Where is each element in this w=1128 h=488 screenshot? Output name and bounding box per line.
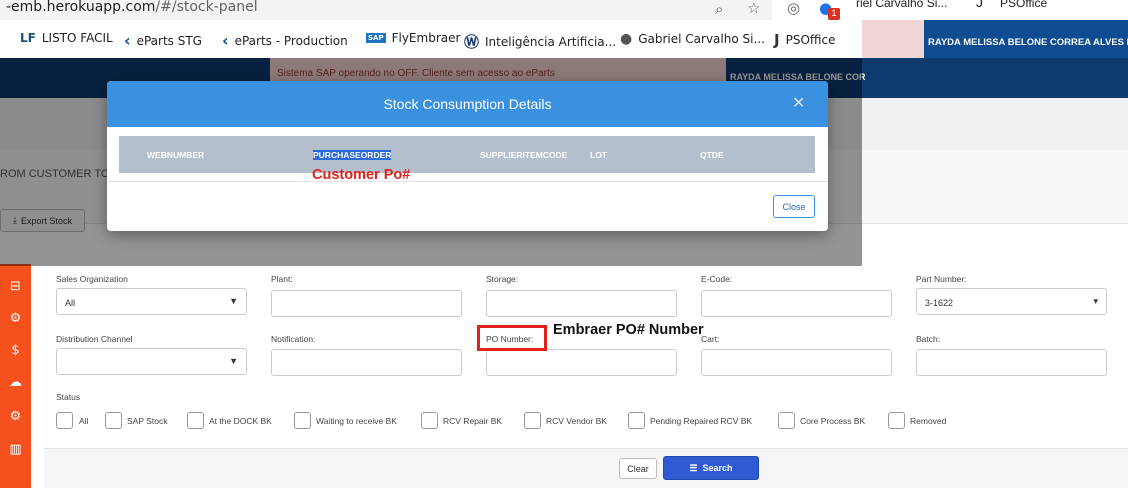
status-label-pending-repaired: Pending Repaired RCV BK <box>650 416 753 426</box>
bookmark-flyembraer[interactable]: SAP FlyEmbraer <box>366 31 460 45</box>
profile-bookmark-1[interactable]: riel Carvalho Si... <box>856 0 947 10</box>
sliders-icon: ☰ <box>689 462 698 473</box>
psoffice-icon: J <box>976 0 983 10</box>
po-number-input[interactable] <box>486 349 677 376</box>
search-button[interactable]: ☰ Search <box>663 456 759 480</box>
status-label-dock: At the DOCK BK <box>209 416 272 426</box>
status-checkbox-waiting[interactable] <box>294 412 311 429</box>
extension-badge: 1 <box>828 8 840 20</box>
sales-org-select[interactable]: All ▼ <box>56 288 247 315</box>
modal-table-header: WEBNUMBER PURCHASEORDER SUPPLIERITEMCODE… <box>119 136 815 173</box>
bookmark-gabriel-carvalho[interactable]: ● Gabriel Carvalho Si... <box>620 31 765 47</box>
status-label-removed: Removed <box>910 416 947 426</box>
cloud-icon[interactable]: ☁ <box>0 375 31 390</box>
bookmark-listo-facil[interactable]: LF LISTO FACIL <box>20 31 113 45</box>
bookmark-eparts-production[interactable]: ‹ eParts - Production <box>222 31 348 50</box>
notification-input[interactable] <box>271 349 462 376</box>
zoom-icon[interactable]: ⌕ <box>715 0 723 18</box>
annotation-customer-po: Customer Po# <box>312 167 411 183</box>
ecode-input[interactable] <box>701 290 892 317</box>
column-header-supplieritemcode[interactable]: SUPPLIERITEMCODE <box>480 150 567 160</box>
star-icon[interactable]: ☆ <box>747 0 760 17</box>
status-checkbox-pending-repaired[interactable] <box>628 412 645 429</box>
ecode-label: E-Code: <box>701 274 733 284</box>
annotation-embraer-po: Embraer PO# Number <box>553 322 704 338</box>
url-text[interactable]: -emb.herokuapp.com/#/stock-panel <box>6 0 258 15</box>
bookmark-eparts-stg[interactable]: ‹ eParts STG <box>124 31 202 50</box>
bookmarks-bar: LF LISTO FACIL ‹ eParts STG ‹ eParts - Prod… <box>0 20 862 58</box>
storage-label: Storage: <box>486 274 519 284</box>
part-number-select[interactable]: 3-1622 ▾ <box>916 288 1107 315</box>
action-bar <box>44 448 1128 488</box>
column-header-lot[interactable]: LOT <box>590 150 607 160</box>
caret-down-icon: ▼ <box>229 296 238 306</box>
caret-down-icon: ▼ <box>229 356 238 366</box>
psoffice-icon: J <box>774 31 780 49</box>
cart-input[interactable] <box>701 349 892 376</box>
extension-area <box>862 20 924 60</box>
sap-icon: SAP <box>366 33 386 43</box>
storage-input[interactable] <box>486 290 677 317</box>
column-header-purchaseorder[interactable]: PURCHASEORDER <box>313 150 392 160</box>
column-header-qtde[interactable]: QTDE <box>700 150 724 160</box>
status-label-sap-stock: SAP Stock <box>127 416 168 426</box>
part-number-label: Part Number: <box>916 274 967 284</box>
settings-icon[interactable]: ⚙ <box>0 409 31 424</box>
embraer-icon: ‹ <box>222 31 229 50</box>
status-checkbox-sap-stock[interactable] <box>105 412 122 429</box>
annotation-highlight-box <box>477 325 547 351</box>
chart-icon[interactable]: ▥ <box>0 442 31 457</box>
sidebar: ⊟ ⚙ $ ☁ ⚙ ▥ <box>0 264 31 488</box>
embraer-icon: ‹ <box>124 31 131 50</box>
extension-icon[interactable]: ◎ <box>787 0 800 17</box>
notification-label: Notification: <box>271 334 316 344</box>
status-label-core-process: Core Process BK <box>800 416 866 426</box>
status-label-all: All <box>79 416 89 426</box>
address-bar[interactable]: -emb.herokuapp.com/#/stock-panel ⌕ ☆ <box>0 0 772 20</box>
status-label: Status <box>56 392 81 402</box>
status-label-waiting: Waiting to receive BK <box>316 416 397 426</box>
profile-bookmark-2[interactable]: PSOffice <box>1000 0 1047 10</box>
plant-label: Plant: <box>271 274 293 284</box>
batch-label: Batch: <box>916 334 941 344</box>
column-header-webnumber[interactable]: WEBNUMBER <box>147 150 204 160</box>
modal-close-button[interactable]: Close <box>773 195 815 218</box>
caret-down-icon: ▾ <box>1093 296 1098 306</box>
status-label-rcv-vendor: RCV Vendor BK <box>546 416 607 426</box>
status-label-rcv-repair: RCV Repair BK <box>443 416 503 426</box>
stock-consumption-modal: Stock Consumption Details ✕ WEBNUMBER PU… <box>107 81 828 231</box>
status-checkbox-removed[interactable] <box>888 412 905 429</box>
status-checkbox-rcv-repair[interactable] <box>421 412 438 429</box>
close-icon[interactable]: ✕ <box>792 93 805 112</box>
listo-facil-icon: LF <box>20 31 36 45</box>
bookmark-psoffice[interactable]: J PSOffice <box>774 31 835 49</box>
status-checkbox-rcv-vendor[interactable] <box>524 412 541 429</box>
globe-icon: ● <box>620 31 633 47</box>
dollar-icon[interactable]: $ <box>0 343 31 358</box>
bookmark-inteligencia-artificial[interactable]: Ⓦ Inteligência Artificia... <box>464 31 616 52</box>
clear-button[interactable]: Clear <box>619 458 657 479</box>
status-checkbox-core-process[interactable] <box>778 412 795 429</box>
plant-input[interactable] <box>271 290 462 317</box>
user-tab[interactable]: RAYDA MELISSA BELONE CORREA ALVES NA <box>924 20 1128 60</box>
status-checkbox-all[interactable] <box>56 412 73 429</box>
dist-channel-label: Distribution Channel <box>56 334 133 344</box>
status-checkbox-dock[interactable] <box>187 412 204 429</box>
modal-divider <box>107 181 828 182</box>
vw-icon: Ⓦ <box>464 33 480 51</box>
gears-icon[interactable]: ⚙ <box>0 311 31 326</box>
sales-org-label: Sales Organization <box>56 274 128 284</box>
modal-title: Stock Consumption Details <box>383 96 552 112</box>
batch-input[interactable] <box>916 349 1107 376</box>
dist-channel-select[interactable]: ▼ <box>56 348 247 375</box>
stock-icon[interactable]: ⊟ <box>0 279 31 294</box>
